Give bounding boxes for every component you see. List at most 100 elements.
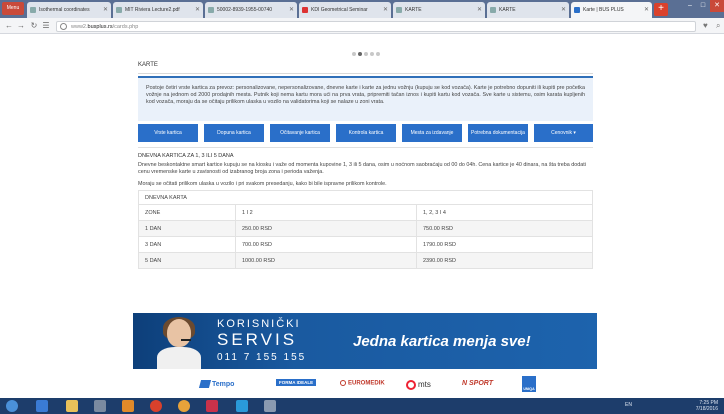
browser-tab-active[interactable]: Karte | BUS PLUS ✕ (571, 2, 652, 18)
nav-button-card-topup[interactable]: Dopuna kartica (204, 124, 264, 142)
browser-tab[interactable]: MIT Riviera Lecture2.pdf ✕ (113, 2, 203, 18)
heart-icon[interactable]: ♥ (703, 21, 708, 30)
partner-logo-tempo[interactable]: Tempo (198, 380, 234, 388)
browser-tab[interactable]: KARTE ✕ (393, 2, 485, 18)
table-cell: 2390.00 RSD (416, 252, 593, 269)
browser-tab[interactable]: Isothermal coordinates ✕ (27, 2, 111, 18)
os-taskbar: EN 7:25 PM 7/18/2016 (0, 398, 724, 414)
section-paragraph: Dnevne beskontaktne smart kartice kupuju… (138, 162, 586, 175)
tab-favicon-icon (574, 7, 580, 13)
section-paragraph: Moraju se očitati prilikom ulaska u vozi… (138, 181, 387, 187)
table-cell: 5 DAN (138, 252, 236, 269)
divider (138, 73, 593, 74)
window-close-button[interactable]: ✕ (710, 0, 724, 12)
nav-button-card-types[interactable]: Vrste kartica (138, 124, 198, 142)
url-input[interactable]: www2.busplus.rs/cards.php (56, 21, 696, 32)
divider (138, 147, 593, 148)
tab-close-icon[interactable]: ✕ (103, 2, 108, 18)
table-row: 5 DAN 1000.00 RSD 2390.00 RSD (138, 252, 593, 269)
table-cell: 1 DAN (138, 220, 236, 237)
new-tab-button[interactable]: + (654, 3, 668, 16)
tab-favicon-icon (208, 7, 214, 13)
partner-logo-euromedik[interactable]: EUROMEDIK (340, 380, 385, 387)
tab-favicon-icon (30, 7, 36, 13)
start-button-icon[interactable] (6, 400, 18, 412)
nav-button-issuing-points[interactable]: Mesta za izdavanje (402, 124, 462, 142)
browser-tab-bar: Menu Isothermal coordinates ✕ MIT Rivier… (0, 0, 724, 18)
table-cell: 1000.00 RSD (235, 252, 417, 269)
tab-favicon-icon (302, 7, 308, 13)
page-title: KARTE (138, 62, 158, 68)
partner-logo-mts[interactable]: mts (406, 380, 431, 390)
search-icon[interactable]: ⌕ (716, 21, 720, 31)
table-caption-row: DNEVNA KARTA (138, 190, 593, 205)
media-player-icon[interactable] (94, 400, 106, 412)
tab-close-icon[interactable]: ✕ (644, 2, 649, 18)
table-header-cell: 1 I 2 (235, 204, 417, 221)
internet-explorer-icon[interactable] (36, 400, 48, 412)
table-caption: DNEVNA KARTA (138, 190, 593, 205)
tab-close-icon[interactable]: ✕ (477, 2, 482, 18)
browser-tab[interactable]: KDI Geometrical Seminar ✕ (299, 2, 391, 18)
table-cell: 250.00 RSD (235, 220, 417, 237)
cards-nav: Vrste kartica Dopuna kartica Očitavanje … (138, 124, 593, 142)
back-arrow-icon[interactable]: ← (4, 20, 14, 32)
tempo-logo-icon (198, 380, 212, 388)
tab-close-icon[interactable]: ✕ (561, 2, 566, 18)
price-table: DNEVNA KARTA ZONE 1 I 2 1, 2, 3 I 4 1 DA… (138, 190, 593, 269)
app-window-icon[interactable] (264, 400, 276, 412)
site-info-icon[interactable] (60, 23, 67, 30)
tab-close-icon[interactable]: ✕ (289, 2, 294, 18)
table-cell: 1790.00 RSD (416, 236, 593, 253)
banner-line1: KORISNIČKI (217, 318, 301, 330)
partner-logo-uniqa[interactable]: UNIQA (522, 376, 536, 392)
tab-close-icon[interactable]: ✕ (383, 2, 388, 18)
table-header-row: ZONE 1 I 2 1, 2, 3 I 4 (138, 204, 593, 221)
file-explorer-icon[interactable] (66, 400, 78, 412)
browser-tab[interactable]: KARTE ✕ (487, 2, 569, 18)
browser-menu-button[interactable]: Menu (2, 2, 24, 15)
table-cell: 700.00 RSD (235, 236, 417, 253)
language-indicator[interactable]: EN (625, 402, 632, 408)
chevron-down-icon: ▾ (573, 130, 576, 136)
skype-icon[interactable] (236, 400, 248, 412)
nav-button-card-control[interactable]: Kontrola kartica (336, 124, 396, 142)
banner-line2: SERVIS (217, 330, 298, 349)
nav-button-price-list[interactable]: Cenovnik ▾ (534, 124, 593, 142)
chrome-icon[interactable] (178, 400, 190, 412)
browser-tab[interactable]: 50002-8939-1955-00740 ✕ (205, 2, 297, 18)
table-row: 1 DAN 250.00 RSD 750.00 RSD (138, 220, 593, 237)
partner-logo-forma-ideale[interactable]: FORMA IDEALE (276, 379, 317, 386)
tab-favicon-icon (396, 7, 402, 13)
system-clock[interactable]: 7:25 PM 7/18/2016 (696, 400, 718, 412)
opera-icon[interactable] (150, 400, 162, 412)
table-cell: 750.00 RSD (416, 220, 593, 237)
operator-illustration (153, 317, 205, 369)
headset-icon (181, 339, 191, 341)
table-header-cell: 1, 2, 3 I 4 (416, 204, 593, 221)
tab-close-icon[interactable]: ✕ (195, 2, 200, 18)
reload-icon[interactable]: ↻ (29, 20, 39, 32)
table-cell: 3 DAN (138, 236, 236, 253)
speed-dial-icon[interactable]: ☰ (41, 20, 51, 32)
euromedik-logo-icon (340, 380, 346, 386)
partner-logos: Tempo FORMA IDEALE EUROMEDIK mts N SPORT… (196, 373, 556, 399)
partner-logo-n-sport[interactable]: N SPORT (462, 380, 493, 387)
tab-favicon-icon (490, 7, 496, 13)
maximize-button[interactable]: □ (697, 0, 709, 12)
vlc-icon[interactable] (122, 400, 134, 412)
main-content: KARTE Postoje četiri vrste kartica za pr… (133, 54, 598, 306)
banner-phone: 011 7 155 155 (217, 352, 307, 363)
app-icon[interactable] (206, 400, 218, 412)
nav-button-card-validation[interactable]: Očitavanje kartica (270, 124, 330, 142)
banner-slogan: Jedna kartica menja sve! (353, 333, 531, 350)
forward-arrow-icon[interactable]: → (16, 20, 26, 32)
intro-notice: Postoje četiri vrste kartica za prevoz: … (138, 76, 593, 121)
nav-button-documentation[interactable]: Potrebna dokumentacija (468, 124, 528, 142)
customer-service-banner[interactable]: KORISNIČKI SERVIS 011 7 155 155 Jedna ka… (133, 313, 597, 369)
mts-logo-icon (406, 380, 416, 390)
table-row: 3 DAN 700.00 RSD 1790.00 RSD (138, 236, 593, 253)
address-bar: ← → ↻ ☰ www2.busplus.rs/cards.php ♥ ⌕ (0, 18, 724, 34)
minimize-button[interactable]: – (684, 0, 696, 12)
tab-favicon-icon (116, 7, 122, 13)
